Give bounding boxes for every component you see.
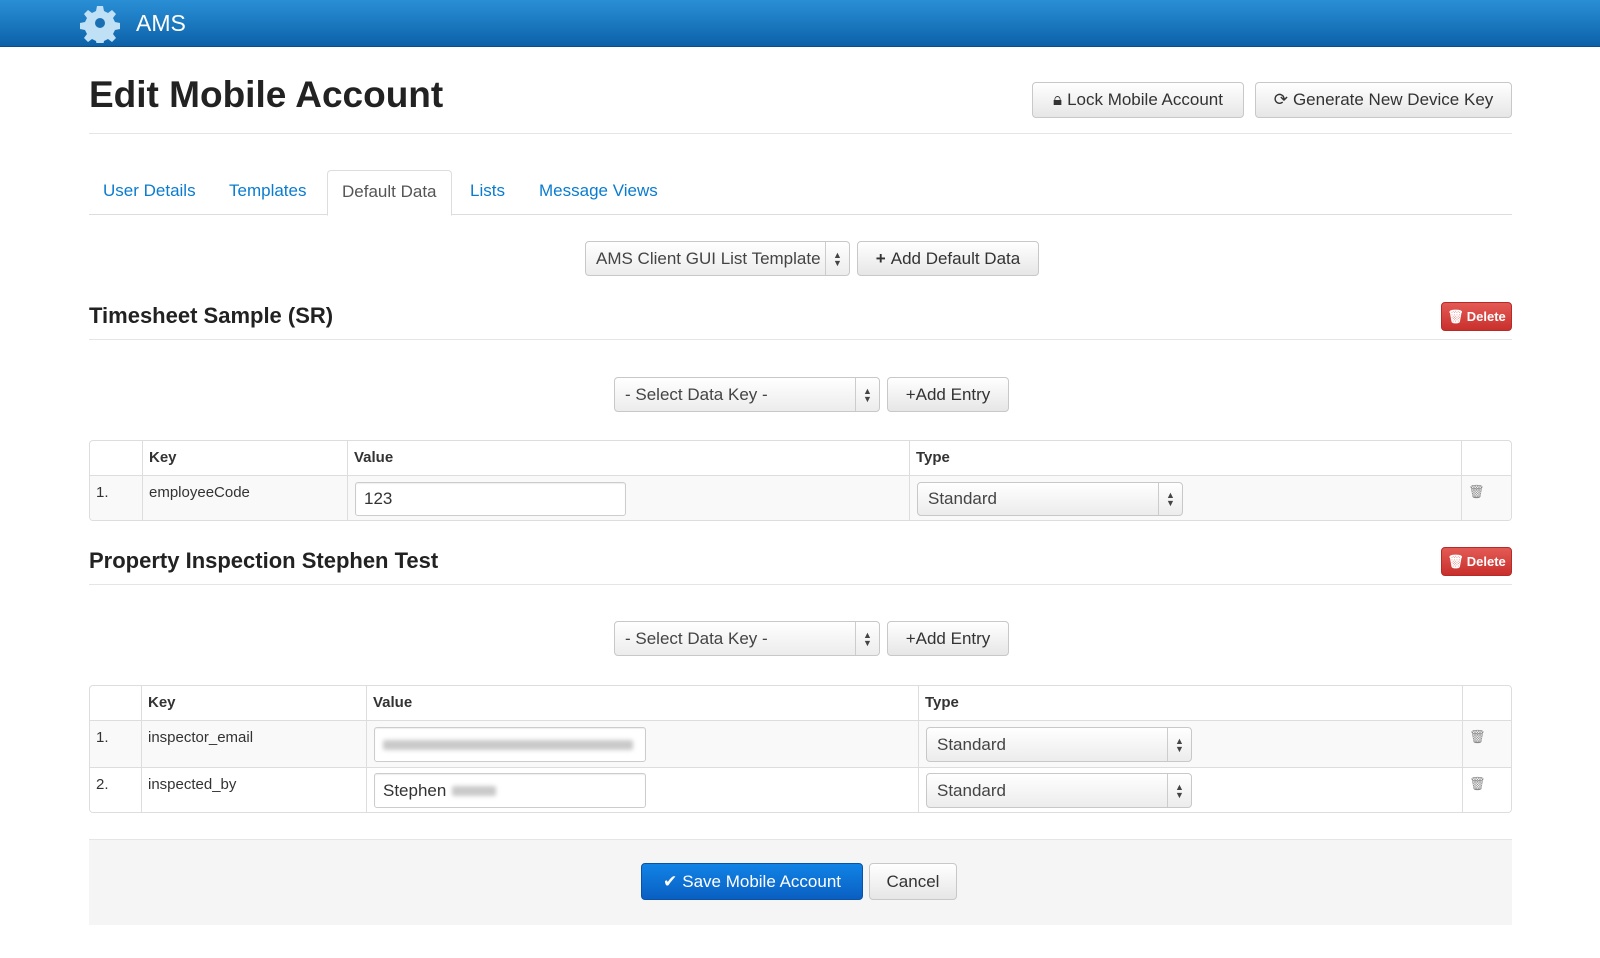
data-key-select[interactable]: - Select Data Key - ▲ ▼ <box>614 621 880 656</box>
delete-label: Delete <box>1466 554 1506 569</box>
data-table: Key Value Type 1. inspector_email Standa… <box>89 685 1512 813</box>
tab-default-data[interactable]: Default Data <box>327 170 452 216</box>
trash-icon[interactable]: 🗑︎ <box>1468 484 1485 500</box>
page-title: Edit Mobile Account <box>89 74 444 115</box>
add-default-data-label: Add Default Data <box>890 248 1021 268</box>
column-value: Value <box>347 441 909 475</box>
select-arrows-icon: ▲ ▼ <box>1158 483 1182 515</box>
data-key-select[interactable]: - Select Data Key - ▲ ▼ <box>614 377 880 412</box>
divider <box>89 584 1512 585</box>
lock-icon: 🔒︎ <box>1053 90 1063 109</box>
trash-icon[interactable]: 🗑︎ <box>1469 729 1486 745</box>
navbar <box>0 0 1600 47</box>
add-default-data-button[interactable]: + Add Default Data <box>857 241 1039 276</box>
check-icon: ✔ <box>662 871 678 891</box>
template-select-value: AMS Client GUI List Template <box>596 248 821 268</box>
value-input[interactable]: Stephen <box>374 773 646 808</box>
column-key: Key <box>141 686 366 720</box>
save-mobile-account-button[interactable]: ✔ Save Mobile Account <box>641 863 863 900</box>
column-value: Value <box>366 686 918 720</box>
type-select[interactable]: Standard ▲ ▼ <box>926 773 1192 808</box>
type-select[interactable]: Standard ▲ ▼ <box>917 482 1183 516</box>
select-arrows-icon: ▲ ▼ <box>1167 728 1191 761</box>
table-header: Key Value Type <box>90 441 1511 475</box>
delete-label: Delete <box>1466 309 1506 324</box>
tab-user-details[interactable]: User Details <box>89 170 210 215</box>
table-row: 2. inspected_by Stephen Standard ▲ ▼ 🗑︎ <box>90 767 1511 812</box>
lock-mobile-account-button[interactable]: 🔒︎ Lock Mobile Account <box>1032 82 1244 118</box>
add-entry-button[interactable]: +Add Entry <box>887 621 1009 656</box>
value-input[interactable] <box>374 727 646 762</box>
table-row: 1. inspector_email Standard ▲ ▼ 🗑︎ <box>90 720 1511 767</box>
cancel-button[interactable]: Cancel <box>869 863 957 900</box>
template-select[interactable]: AMS Client GUI List Template ▲ ▼ <box>585 241 850 276</box>
data-key-select-value: - Select Data Key - <box>625 384 768 404</box>
column-key: Key <box>142 441 347 475</box>
section-title: Timesheet Sample (SR) <box>89 303 334 328</box>
row-number: 2. <box>96 776 109 793</box>
data-key-select-value: - Select Data Key - <box>625 628 768 648</box>
trash-icon: 🗑︎ <box>1447 553 1464 569</box>
delete-section-button[interactable]: 🗑︎ Delete <box>1441 547 1512 576</box>
type-select-value: Standard <box>937 780 1006 800</box>
value-text: Stephen <box>383 780 447 800</box>
type-select-value: Standard <box>928 489 997 508</box>
divider <box>89 133 1512 134</box>
brand[interactable]: AMS <box>136 10 186 37</box>
delete-section-button[interactable]: 🗑︎ Delete <box>1441 302 1512 331</box>
redacted-value <box>383 739 633 750</box>
tab-message-views[interactable]: Message Views <box>525 170 672 215</box>
lock-label: Lock Mobile Account <box>1067 90 1223 109</box>
type-select[interactable]: Standard ▲ ▼ <box>926 727 1192 762</box>
row-number: 1. <box>96 729 109 746</box>
generate-label: Generate New Device Key <box>1292 90 1494 109</box>
row-key: employeeCode <box>142 476 347 520</box>
select-arrows-icon: ▲ ▼ <box>855 622 879 655</box>
column-type: Type <box>918 686 1462 720</box>
value-input[interactable]: 123 <box>355 482 626 516</box>
generate-device-key-button[interactable]: ⟳ Generate New Device Key <box>1255 82 1512 118</box>
trash-icon: 🗑︎ <box>1447 308 1464 324</box>
row-number: 1. <box>96 484 109 501</box>
trash-icon[interactable]: 🗑︎ <box>1469 776 1486 792</box>
table-row: 1. employeeCode 123 Standard ▲ ▼ 🗑︎ <box>90 475 1511 520</box>
select-arrows-icon: ▲ ▼ <box>825 242 849 275</box>
row-key: inspected_by <box>141 768 366 812</box>
tab-templates[interactable]: Templates <box>215 170 320 215</box>
add-entry-button[interactable]: +Add Entry <box>887 377 1009 412</box>
row-key: inspector_email <box>141 721 366 767</box>
tab-lists[interactable]: Lists <box>456 170 519 215</box>
plus-icon: + <box>875 248 886 268</box>
section-title: Property Inspection Stephen Test <box>89 548 439 573</box>
divider <box>89 339 1512 340</box>
type-select-value: Standard <box>937 734 1006 754</box>
data-table: Key Value Type 1. employeeCode 123 Stand… <box>89 440 1512 521</box>
redacted-value <box>452 785 497 796</box>
column-type: Type <box>909 441 1461 475</box>
table-header: Key Value Type <box>90 686 1511 720</box>
gear-icon <box>80 6 120 43</box>
select-arrows-icon: ▲ ▼ <box>1167 774 1191 807</box>
tabs: User Details Templates Default Data List… <box>89 170 1512 216</box>
select-arrows-icon: ▲ ▼ <box>855 378 879 411</box>
save-label: Save Mobile Account <box>682 871 841 891</box>
refresh-icon: ⟳ <box>1273 90 1288 109</box>
